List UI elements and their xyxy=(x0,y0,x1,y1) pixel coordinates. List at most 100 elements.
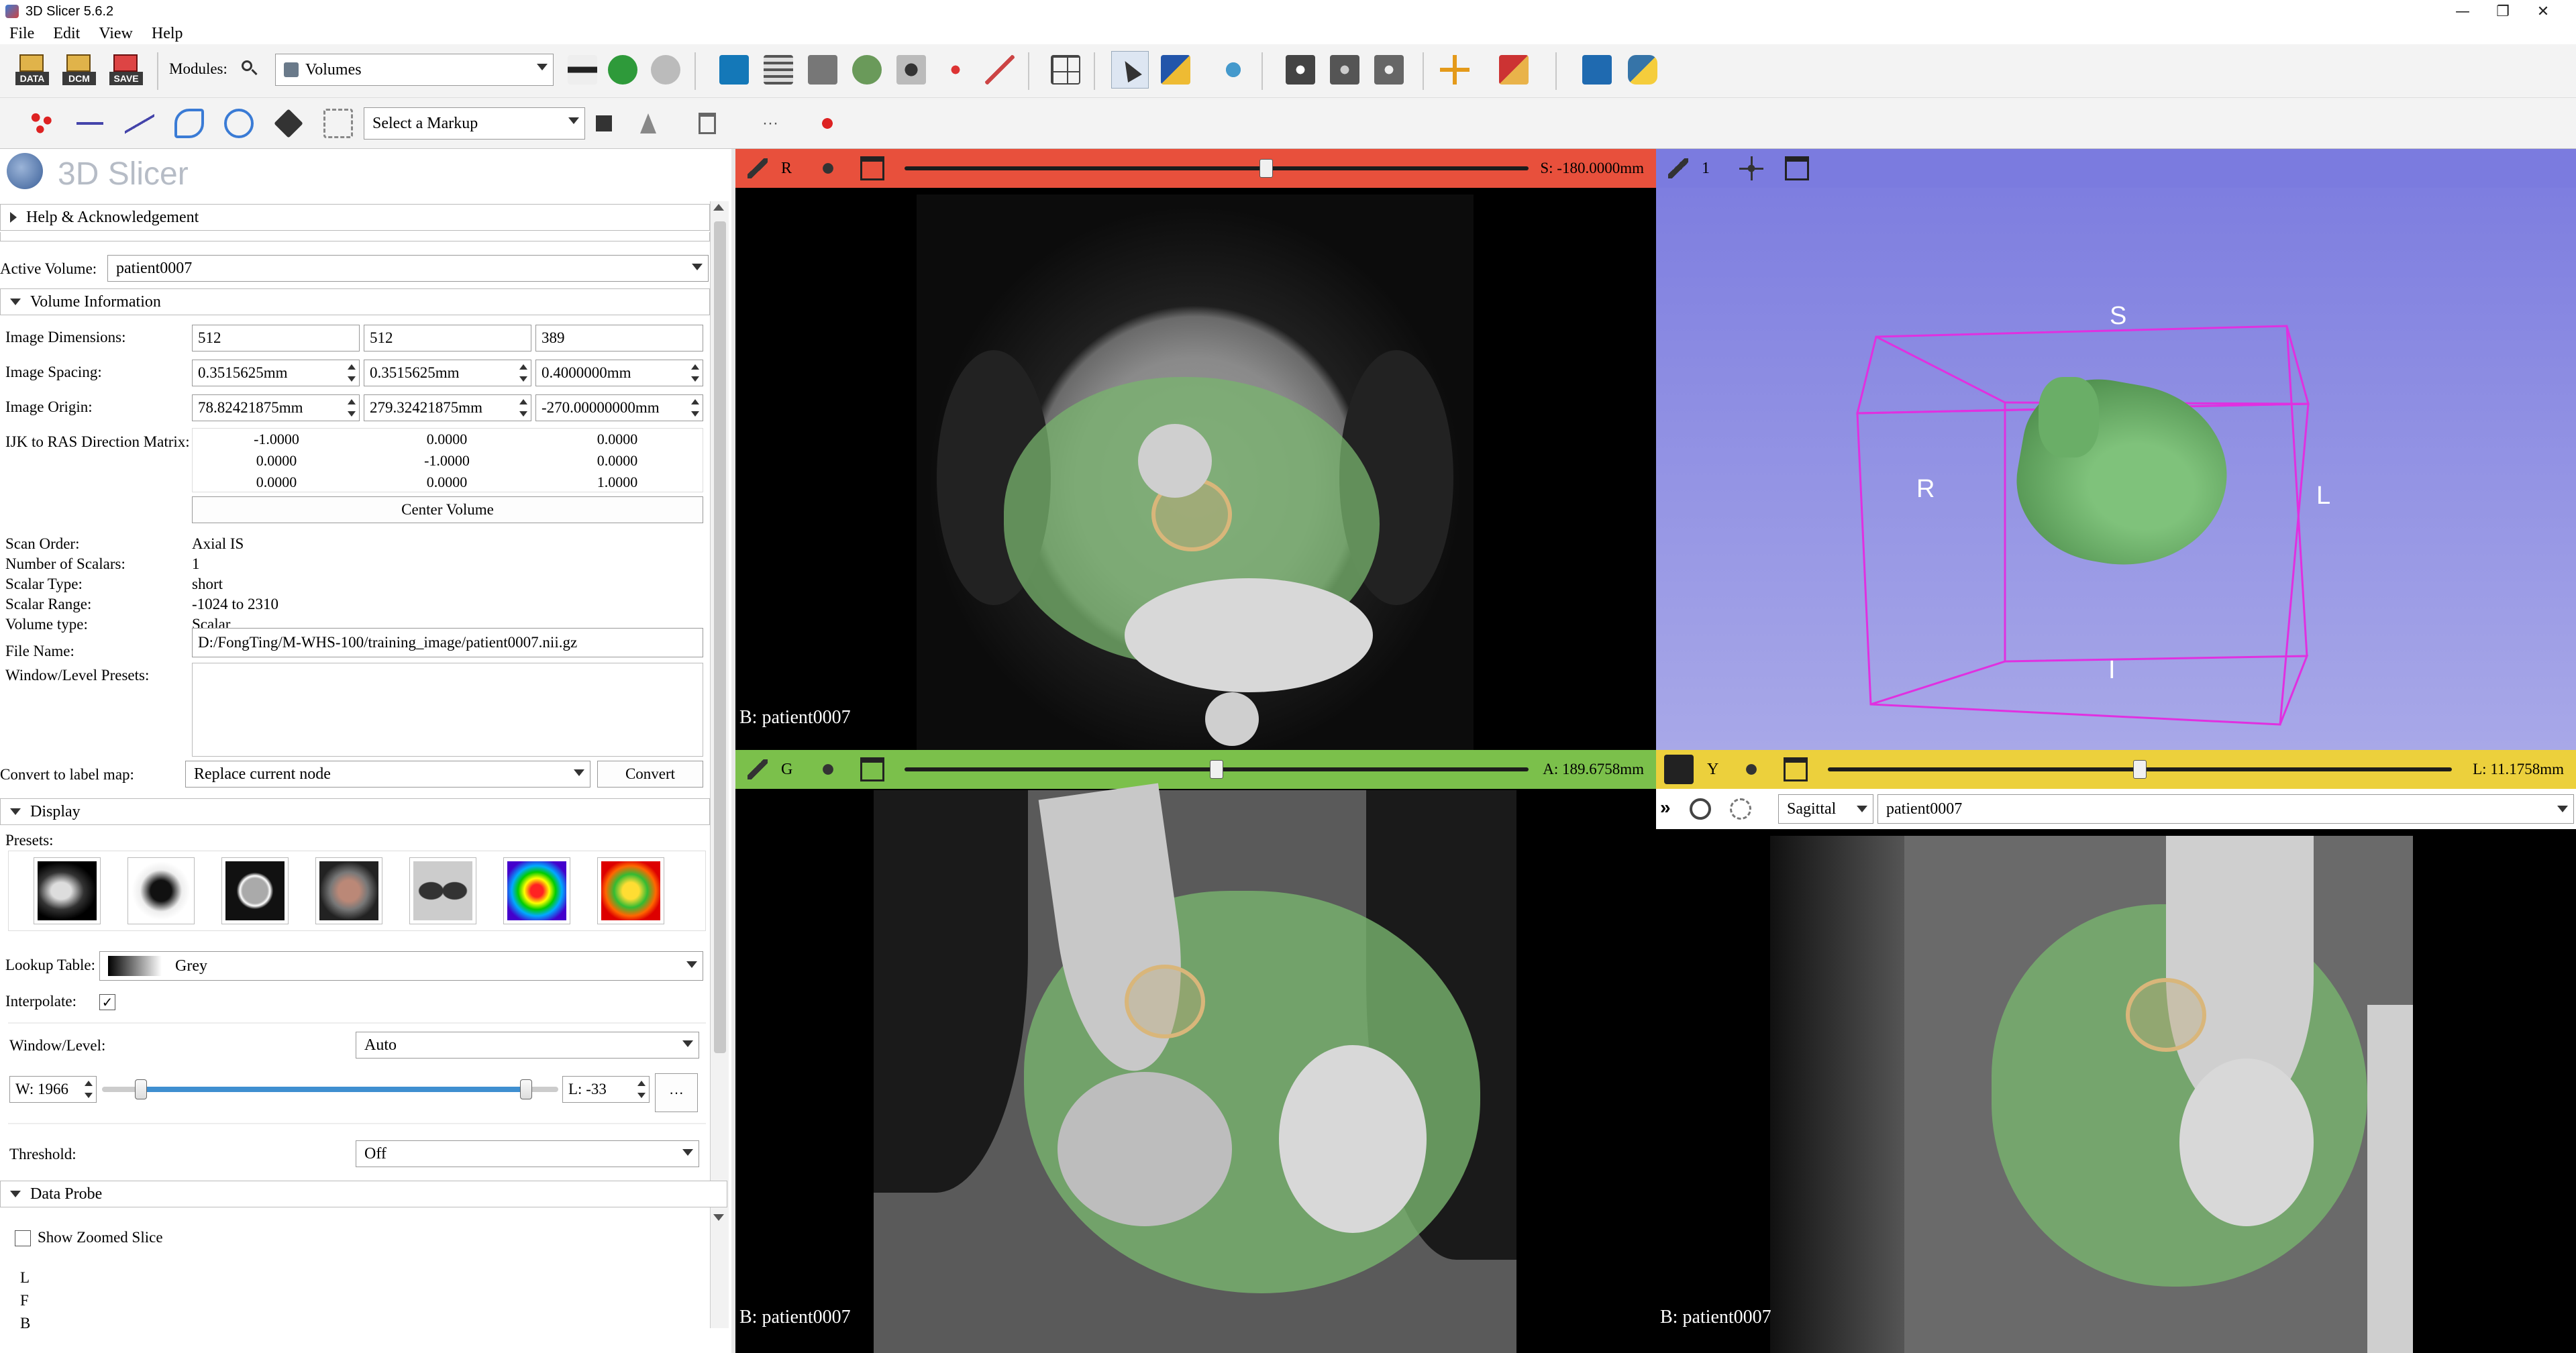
center-view-icon[interactable] xyxy=(1739,156,1763,180)
level-value-field[interactable]: L: -33 xyxy=(562,1076,650,1103)
matrix-cell[interactable]: 0.0000 xyxy=(363,429,531,450)
menu-help[interactable]: Help xyxy=(142,25,193,43)
active-volume-selector[interactable]: patient0007 xyxy=(107,255,709,282)
mouse-mode-button[interactable] xyxy=(1111,51,1149,89)
python-console-button[interactable] xyxy=(1624,51,1661,89)
preset-ct-abdomen-button[interactable] xyxy=(315,857,382,924)
forward-button[interactable] xyxy=(647,51,684,89)
preset-dti-button[interactable] xyxy=(597,857,664,924)
lookup-table-selector[interactable]: Grey xyxy=(99,951,703,981)
green-slice-view[interactable]: G A: 189.6758mm B: patient0007 xyxy=(735,750,1656,1353)
closed-curve-button[interactable] xyxy=(220,105,258,142)
module-selector[interactable]: Volumes xyxy=(275,54,554,86)
display-section-header[interactable]: Display xyxy=(0,798,710,825)
red-slice-view[interactable]: R S: -180.0000mm B: patient0007 xyxy=(735,149,1656,750)
origin-y-field[interactable]: 279.32421875mm xyxy=(364,394,531,421)
volume-info-section-header[interactable]: Volume Information xyxy=(0,288,710,315)
models-module-button[interactable] xyxy=(848,51,886,89)
screenshot-button[interactable] xyxy=(1282,51,1319,89)
markups-module-button[interactable] xyxy=(715,51,753,89)
maximize-button[interactable]: ❐ xyxy=(2483,0,2523,23)
save-button[interactable]: SAVE xyxy=(107,51,145,89)
extensions-manager-button[interactable] xyxy=(1578,51,1616,89)
pin-icon[interactable] xyxy=(1668,158,1688,178)
markup-options-button[interactable]: ··· xyxy=(752,105,789,142)
scroll-up-icon[interactable] xyxy=(713,204,724,211)
matrix-cell[interactable]: 0.0000 xyxy=(363,472,531,493)
point-list-button[interactable] xyxy=(23,105,60,142)
dimension-z-field[interactable]: 389 xyxy=(535,325,703,351)
menu-file[interactable]: File xyxy=(0,25,44,43)
window-level-mode-selector[interactable]: Auto xyxy=(356,1032,699,1059)
module-search-icon[interactable] xyxy=(240,59,259,78)
spin-icon[interactable] xyxy=(517,398,529,418)
matrix-cell[interactable]: -1.0000 xyxy=(363,450,531,472)
scene-view-button[interactable] xyxy=(1326,51,1363,89)
panel-scrollbar[interactable] xyxy=(710,201,729,1328)
yellow-slice-handle[interactable] xyxy=(2133,760,2147,779)
pin-icon[interactable] xyxy=(748,759,768,779)
show-zoomed-slice-checkbox[interactable] xyxy=(15,1230,31,1246)
window-max-handle[interactable] xyxy=(520,1079,533,1099)
window-level-range-slider[interactable] xyxy=(102,1076,558,1103)
convert-option-selector[interactable]: Replace current node xyxy=(185,761,590,788)
matrix-cell[interactable]: 1.0000 xyxy=(533,472,701,493)
data-probe-section-header[interactable]: Data Probe xyxy=(0,1181,727,1207)
spin-icon[interactable] xyxy=(689,398,701,418)
plane-button[interactable] xyxy=(270,105,307,142)
collapse-controls-icon[interactable]: » xyxy=(1660,797,1671,818)
dimension-x-field[interactable]: 512 xyxy=(192,325,360,351)
red-slice-offset-slider[interactable] xyxy=(905,166,1529,170)
window-min-handle[interactable] xyxy=(134,1079,147,1099)
slice-orientation-selector[interactable]: Sagittal xyxy=(1778,794,1873,824)
convert-button[interactable]: Convert xyxy=(597,761,703,788)
maximize-view-icon[interactable] xyxy=(860,156,884,180)
module-history-button[interactable] xyxy=(564,51,601,89)
threshold-selector[interactable]: Off xyxy=(356,1140,699,1167)
red-slice-handle[interactable] xyxy=(1259,159,1274,178)
persistent-placement-button[interactable] xyxy=(629,105,667,142)
link-views-icon[interactable] xyxy=(816,757,840,781)
crosshair-button[interactable] xyxy=(1436,51,1474,89)
center-volume-button[interactable]: Center Volume xyxy=(192,496,703,523)
roi-button[interactable] xyxy=(319,105,357,142)
wl-presets-box[interactable] xyxy=(192,663,703,757)
matrix-cell[interactable]: 0.0000 xyxy=(533,429,701,450)
load-data-button[interactable]: DATA xyxy=(13,51,51,89)
back-button[interactable] xyxy=(604,51,641,89)
spacing-y-field[interactable]: 0.3515625mm xyxy=(364,360,531,386)
close-button[interactable]: ✕ xyxy=(2523,0,2563,23)
maximize-view-icon[interactable] xyxy=(1785,156,1809,180)
layout-button[interactable] xyxy=(1047,51,1084,89)
capture-button[interactable] xyxy=(1370,51,1408,89)
delete-markup-button[interactable] xyxy=(688,105,726,142)
matrix-cell[interactable]: 0.0000 xyxy=(533,450,701,472)
markup-color-button[interactable] xyxy=(809,105,846,142)
spacing-x-field[interactable]: 0.3515625mm xyxy=(192,360,360,386)
preset-pet-button[interactable] xyxy=(503,857,570,924)
matrix-cell[interactable]: -1.0000 xyxy=(193,429,360,450)
markups-points-button[interactable] xyxy=(937,51,974,89)
window-value-field[interactable]: W: 1966 xyxy=(9,1076,97,1103)
scroll-down-icon[interactable] xyxy=(713,1214,724,1221)
maximize-view-icon[interactable] xyxy=(860,757,884,781)
volumes-module-button[interactable] xyxy=(804,51,841,89)
markup-selector[interactable]: Select a Markup xyxy=(364,107,585,140)
menu-edit[interactable]: Edit xyxy=(44,25,89,43)
dicom-button[interactable]: DCM xyxy=(60,51,98,89)
segment-editor-button[interactable] xyxy=(981,51,1019,89)
green-slice-handle[interactable] xyxy=(1210,760,1223,779)
data-module-button[interactable] xyxy=(760,51,797,89)
place-fiducial-button[interactable] xyxy=(1495,51,1533,89)
spin-icon[interactable] xyxy=(689,363,701,383)
menu-view[interactable]: View xyxy=(89,25,142,43)
preset-ct-bone-button[interactable] xyxy=(34,857,101,924)
transforms-module-button[interactable] xyxy=(892,51,930,89)
scrollbar-thumb[interactable] xyxy=(714,221,726,1053)
matrix-cell[interactable]: 0.0000 xyxy=(193,450,360,472)
file-name-field[interactable]: D:/FongTing/M-WHS-100/training_image/pat… xyxy=(192,628,703,657)
interpolate-checkbox[interactable]: ✓ xyxy=(99,994,115,1010)
crosshair-link-button[interactable] xyxy=(1215,51,1252,89)
origin-z-field[interactable]: -270.00000000mm xyxy=(535,394,703,421)
link-views-icon[interactable] xyxy=(816,156,840,180)
